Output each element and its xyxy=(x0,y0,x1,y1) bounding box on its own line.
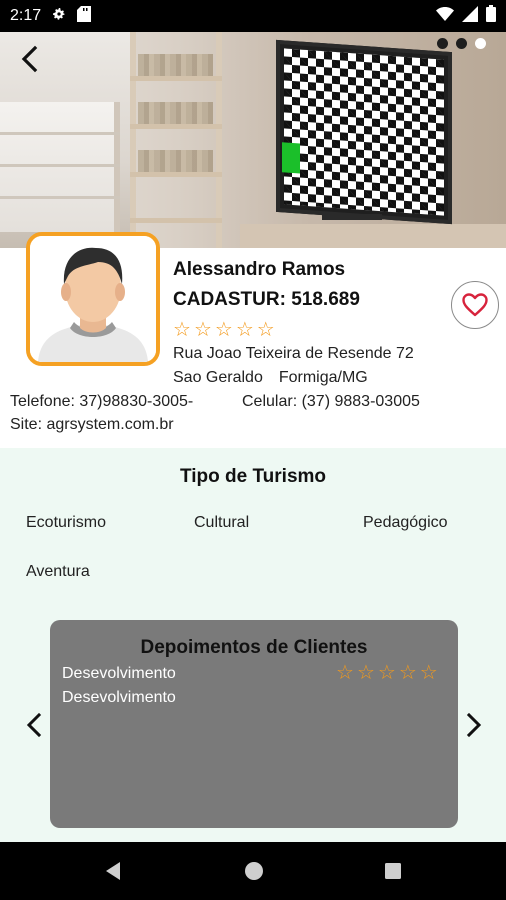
testimonials-card[interactable]: Depoimentos de Clientes Desevolvimento D… xyxy=(50,620,458,828)
cadastur-number: CADASTUR: 518.689 xyxy=(173,289,360,310)
recents-square-icon xyxy=(385,863,401,879)
tv-stand xyxy=(322,214,382,220)
battery-icon xyxy=(486,5,496,27)
chevron-left-icon xyxy=(21,45,38,73)
star-outline-icon[interactable]: ☆ xyxy=(257,319,275,339)
star-outline-icon: ☆ xyxy=(398,660,417,684)
heart-outline-icon xyxy=(462,293,488,317)
shelf-board xyxy=(130,76,222,81)
address-street: Rua Joao Teixeira de Resende 72 xyxy=(173,345,414,362)
address-city-line: Sao Geraldo Formiga/MG xyxy=(173,369,368,387)
testimonial-text: Desevolvimento xyxy=(62,665,176,682)
profile-rating[interactable]: ☆ ☆ ☆ ☆ ☆ xyxy=(173,319,275,339)
shelf-board xyxy=(130,218,222,223)
hero-tv xyxy=(276,39,452,225)
tourism-type-item[interactable]: Ecoturismo xyxy=(26,514,106,532)
website-link[interactable]: Site: agrsystem.com.br xyxy=(10,416,174,434)
testimonial-author: Desevolvimento xyxy=(62,689,176,706)
home-circle-icon xyxy=(245,862,263,880)
chevron-right-icon xyxy=(466,713,482,737)
address-city: Formiga/MG xyxy=(278,369,368,386)
tv-green-block xyxy=(282,142,300,174)
star-outline-icon: ☆ xyxy=(356,660,375,684)
star-outline-icon: ☆ xyxy=(377,660,396,684)
gear-icon xyxy=(51,6,67,27)
person-avatar-icon xyxy=(30,236,156,362)
chevron-left-icon xyxy=(26,713,42,737)
shelf-board xyxy=(130,124,222,129)
shelf-post xyxy=(216,32,222,248)
books xyxy=(138,150,213,172)
window-blind xyxy=(0,196,120,199)
shelf-post xyxy=(130,32,136,248)
phone-number[interactable]: Telefone: 37)98830-3005- xyxy=(10,393,193,411)
system-nav-bar xyxy=(0,842,506,900)
testimonial-rating: ☆ ☆ ☆ ☆ ☆ xyxy=(336,662,438,682)
star-outline-icon: ☆ xyxy=(419,660,438,684)
nav-recents-button[interactable] xyxy=(379,857,407,885)
tourism-type-item[interactable]: Aventura xyxy=(26,563,90,581)
books xyxy=(138,102,213,124)
back-button[interactable] xyxy=(14,44,44,74)
back-triangle-icon xyxy=(106,862,120,880)
carousel-dots xyxy=(437,38,486,49)
avatar xyxy=(26,232,160,366)
status-bar: 2:17 xyxy=(0,0,506,32)
carousel-dot[interactable] xyxy=(456,38,467,49)
window-blind xyxy=(0,164,120,167)
nav-home-button[interactable] xyxy=(240,857,268,885)
star-outline-icon[interactable]: ☆ xyxy=(194,319,212,339)
tv-screen xyxy=(284,48,444,216)
hero-cabinet xyxy=(240,224,506,248)
star-outline-icon: ☆ xyxy=(336,660,354,684)
status-time: 2:17 xyxy=(10,7,42,24)
books xyxy=(138,54,213,76)
sd-card-icon xyxy=(77,5,92,27)
hero-image xyxy=(0,32,506,248)
address-neighborhood: Sao Geraldo xyxy=(173,369,263,386)
profile-name: Alessandro Ramos xyxy=(173,259,346,280)
star-outline-icon[interactable]: ☆ xyxy=(173,319,191,339)
signal-icon xyxy=(462,5,478,27)
window-blind xyxy=(0,132,120,135)
tourism-type-item[interactable]: Cultural xyxy=(194,514,249,532)
carousel-dot-active[interactable] xyxy=(475,38,486,49)
carousel-dot[interactable] xyxy=(437,38,448,49)
hero-window xyxy=(0,102,120,232)
nav-back-button[interactable] xyxy=(99,857,127,885)
star-outline-icon[interactable]: ☆ xyxy=(215,319,233,339)
testimonial-prev-button[interactable] xyxy=(22,711,46,739)
shelf-board xyxy=(130,172,222,177)
testimonial-next-button[interactable] xyxy=(462,711,486,739)
wifi-icon xyxy=(436,6,454,26)
tourism-type-item[interactable]: Pedagógico xyxy=(363,514,448,532)
testimonials-title: Depoimentos de Clientes xyxy=(140,637,368,658)
cell-number[interactable]: Celular: (37) 9883-03005 xyxy=(242,393,420,411)
favorite-button[interactable] xyxy=(451,281,499,329)
star-outline-icon[interactable]: ☆ xyxy=(236,319,254,339)
tourism-title: Tipo de Turismo xyxy=(179,466,327,487)
